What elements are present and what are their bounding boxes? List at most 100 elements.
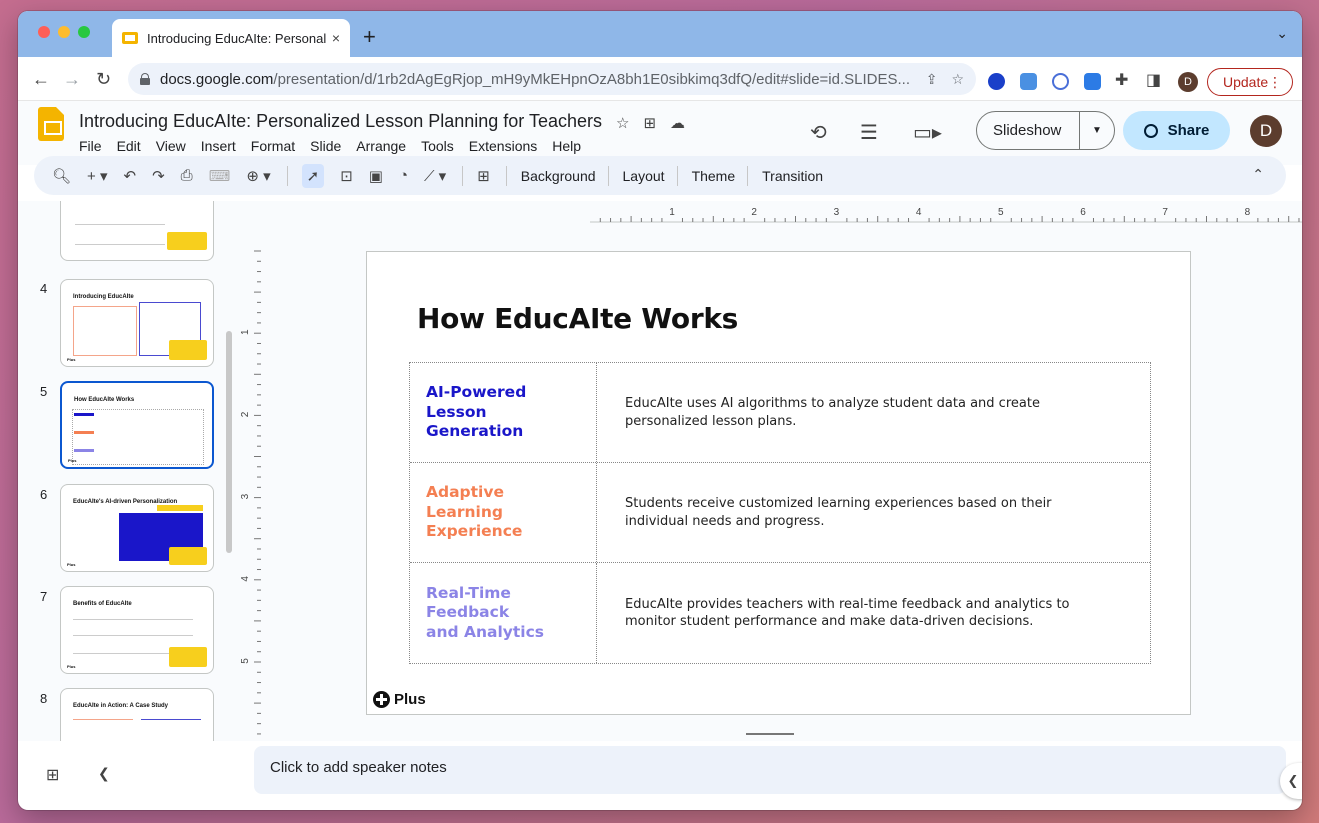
current-slide[interactable]: How EducAIte Works AI-Powered Lesson Gen… — [366, 251, 1191, 715]
extension-icon[interactable] — [1020, 73, 1037, 90]
browser-tab[interactable]: Introducing EducAIte: Personal × — [112, 19, 350, 57]
slide-number: 7 — [40, 589, 48, 604]
search-icon[interactable]: 🔍︎ — [52, 167, 71, 185]
layout-button[interactable]: Layout — [623, 168, 665, 184]
menu-format[interactable]: Format — [251, 138, 295, 154]
menu-tools[interactable]: Tools — [421, 138, 454, 154]
lock-icon[interactable] — [140, 73, 150, 85]
comments-icon[interactable]: ☰ — [860, 120, 878, 145]
select-cursor-icon[interactable]: ➚ — [301, 163, 325, 188]
extension-icon[interactable] — [1084, 73, 1101, 90]
cloud-status-icon[interactable]: ☁ — [670, 114, 685, 132]
menu-slide[interactable]: Slide — [310, 138, 341, 154]
slide-table[interactable]: AI-Powered Lesson Generation EducAIte us… — [409, 362, 1151, 664]
slideshow-button[interactable]: Slideshow ▼ — [976, 111, 1115, 150]
new-slide-icon[interactable]: + ▾ — [87, 167, 107, 185]
table-row[interactable]: Real-Time Feedback and Analytics EducAIt… — [410, 563, 1150, 663]
toolbar-divider — [747, 165, 749, 186]
maximize-window-button[interactable] — [78, 26, 90, 38]
speaker-notes-field[interactable]: Click to add speaker notes — [254, 746, 1286, 794]
toolbar-divider — [505, 165, 507, 186]
puzzle-icon[interactable]: ✚ — [1115, 70, 1128, 90]
navigation-bar: ← → ↻ docs.google.com/presentation/d/1rb… — [18, 57, 1302, 101]
menu-arrange[interactable]: Arrange — [356, 138, 406, 154]
slide-thumbnail[interactable]: Introducing EducAIte Plus — [60, 279, 214, 367]
theme-button[interactable]: Theme — [692, 168, 736, 184]
shape-icon[interactable]: ◔ — [399, 167, 408, 184]
collapse-toolbar-icon[interactable]: ⌃ — [1252, 166, 1264, 183]
toolbar-divider — [462, 165, 464, 186]
table-cell-label[interactable]: AI-Powered Lesson Generation — [410, 363, 597, 462]
plus-logo-icon — [373, 691, 390, 708]
extension-icon[interactable] — [988, 73, 1005, 90]
ruler-label: 8 — [1245, 207, 1251, 218]
slide-thumbnail[interactable]: EducAIte in Action: A Case Study — [60, 688, 214, 741]
table-cell-label[interactable]: Real-Time Feedback and Analytics — [410, 563, 597, 663]
tab-close-button[interactable]: × — [332, 30, 340, 46]
undo-icon[interactable]: ↶ — [124, 167, 137, 185]
slides-logo-icon[interactable] — [38, 107, 64, 141]
line-icon[interactable]: ⟋ ▾ — [424, 167, 446, 185]
bookmark-star-icon[interactable]: ☆ — [951, 71, 964, 88]
forward-icon[interactable]: → — [63, 69, 81, 90]
account-avatar[interactable]: D — [1250, 115, 1282, 147]
version-history-icon[interactable]: ⟲ — [810, 120, 827, 145]
slide-thumbnail[interactable] — [60, 201, 214, 261]
table-cell-text[interactable]: Students receive customized learning exp… — [625, 463, 1105, 562]
move-folder-icon[interactable]: ⊞ — [643, 114, 656, 132]
image-icon[interactable]: ▣ — [369, 167, 383, 185]
meet-icon[interactable]: ▭▸ — [913, 120, 942, 145]
slideshow-dropdown-icon[interactable]: ▼ — [1080, 125, 1114, 136]
menu-view[interactable]: View — [156, 138, 186, 154]
profile-avatar[interactable]: D — [1178, 72, 1198, 92]
table-row[interactable]: Adaptive Learning Experience Students re… — [410, 463, 1150, 563]
grid-view-icon[interactable]: ⊞ — [46, 765, 59, 785]
menu-bar: File Edit View Insert Format Slide Arran… — [79, 138, 596, 154]
side-panel-toggle-icon[interactable]: ❮ — [1280, 763, 1302, 799]
table-cell-text[interactable]: EducAIte uses AI algorithms to analyze s… — [625, 363, 1105, 462]
document-title[interactable]: Introducing EducAIte: Personalized Lesso… — [79, 111, 602, 132]
zoom-icon[interactable]: ⊕ ▾ — [246, 167, 270, 185]
sidepanel-icon[interactable]: ◨ — [1146, 70, 1161, 90]
url-text[interactable]: docs.google.com/presentation/d/1rb2dAgEg… — [160, 71, 926, 88]
redo-icon[interactable]: ↷ — [152, 167, 165, 185]
ruler-label: 4 — [240, 576, 251, 582]
filmstrip-scrollbar[interactable] — [226, 331, 232, 553]
print-icon[interactable]: ⎙ — [181, 167, 193, 184]
paint-format-icon[interactable]: ⌨ — [209, 167, 231, 185]
table-cell-label[interactable]: Adaptive Learning Experience — [410, 463, 597, 562]
minimize-window-button[interactable] — [58, 26, 70, 38]
back-icon[interactable]: ← — [32, 69, 50, 90]
add-comment-icon[interactable]: ⊞ — [477, 167, 490, 185]
menu-file[interactable]: File — [79, 138, 102, 154]
address-bar[interactable]: docs.google.com/presentation/d/1rb2dAgEg… — [128, 63, 976, 95]
collapse-filmstrip-icon[interactable]: ❮ — [98, 765, 110, 782]
extension-icon[interactable] — [1052, 73, 1069, 90]
transition-button[interactable]: Transition — [762, 168, 823, 184]
horizontal-ruler[interactable]: 123456789 — [590, 201, 1302, 223]
notes-resize-handle[interactable] — [746, 733, 794, 735]
menu-extensions[interactable]: Extensions — [469, 138, 537, 154]
menu-edit[interactable]: Edit — [117, 138, 141, 154]
update-button[interactable]: Update ⋮ — [1207, 68, 1293, 96]
new-tab-button[interactable]: + — [363, 24, 376, 50]
close-window-button[interactable] — [38, 26, 50, 38]
slides-favicon-icon — [122, 32, 138, 44]
slide-thumbnail-active[interactable]: How EducAIte Works Plus — [60, 381, 214, 469]
menu-insert[interactable]: Insert — [201, 138, 236, 154]
menu-help[interactable]: Help — [552, 138, 581, 154]
slide-thumbnail[interactable]: EducAIte's AI-driven Personalization Plu… — [60, 484, 214, 572]
table-cell-text[interactable]: EducAIte provides teachers with real-tim… — [625, 563, 1105, 663]
share-button[interactable]: Share — [1123, 111, 1230, 150]
slide-filmstrip: 4 Introducing EducAIte Plus 5 How EducAI… — [18, 201, 240, 741]
reload-icon[interactable]: ↻ — [96, 69, 111, 90]
share-page-icon[interactable]: ⇪ — [926, 71, 938, 88]
slide-title[interactable]: How EducAIte Works — [417, 302, 738, 335]
text-box-icon[interactable]: ⊡ — [340, 167, 353, 185]
star-icon[interactable]: ☆ — [616, 114, 629, 132]
background-button[interactable]: Background — [521, 168, 596, 184]
tab-search-icon[interactable]: ⌄ — [1276, 25, 1288, 42]
vertical-ruler[interactable]: 1 2 3 4 5 — [240, 201, 262, 741]
slide-thumbnail[interactable]: Benefits of EducAIte Plus — [60, 586, 214, 674]
table-row[interactable]: AI-Powered Lesson Generation EducAIte us… — [410, 363, 1150, 463]
